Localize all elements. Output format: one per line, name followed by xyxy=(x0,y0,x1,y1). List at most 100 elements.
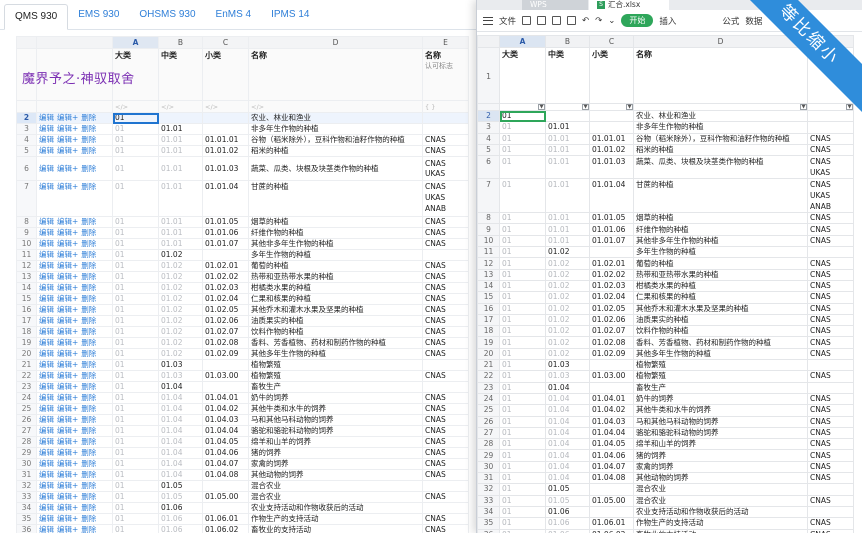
row-number[interactable]: 7 xyxy=(477,178,500,214)
cell-a[interactable]: 01 xyxy=(112,249,159,261)
cell-c[interactable]: 01.01.03 xyxy=(202,156,249,181)
cell-b[interactable]: 01.01 xyxy=(545,234,590,248)
edit-plus-link[interactable]: 编辑+ xyxy=(57,306,78,315)
cell-e[interactable]: CNAS xyxy=(422,370,469,382)
delete-link[interactable]: 删除 xyxy=(81,262,96,271)
cell-d[interactable]: 马和其他马科动物的饲养 xyxy=(633,415,808,428)
cell-d[interactable]: 甘蔗的种植 xyxy=(248,180,423,217)
cell-e[interactable] xyxy=(807,505,854,519)
cell-b[interactable]: 01.03 xyxy=(158,359,203,371)
delete-link[interactable]: 删除 xyxy=(81,284,96,293)
cell-b[interactable]: 01.04 xyxy=(158,381,203,393)
cell-c[interactable]: 01.04.01 xyxy=(589,392,634,406)
row-number[interactable]: 18 xyxy=(477,325,500,338)
edit-plus-link[interactable]: 编辑+ xyxy=(57,438,78,447)
cell-c[interactable]: 01.04.02 xyxy=(202,403,249,415)
cell-b[interactable]: 01.05 xyxy=(158,491,203,503)
cell-d[interactable]: 仁果和核果的种植 xyxy=(633,291,808,304)
row-number[interactable]: 12 xyxy=(16,260,37,272)
cell-d[interactable]: 油质果实的种植 xyxy=(633,313,808,327)
edit-plus-link[interactable]: 编辑+ xyxy=(57,350,78,359)
edit-link[interactable]: 编辑 xyxy=(39,284,54,293)
cell-a[interactable]: 01 xyxy=(112,326,159,338)
delete-link[interactable]: 删除 xyxy=(81,416,96,425)
cell-a[interactable]: 01 xyxy=(499,483,546,496)
edit-link[interactable]: 编辑 xyxy=(39,164,54,173)
row-number[interactable]: 18 xyxy=(16,326,37,338)
cell-e[interactable]: CNAS UKAS xyxy=(807,155,854,180)
delete-link[interactable]: 删除 xyxy=(81,383,96,392)
right-header-b[interactable]: 中类 xyxy=(545,47,590,104)
cell-b[interactable]: 01.02 xyxy=(545,347,590,361)
cell-a[interactable]: 01 xyxy=(112,370,159,382)
delete-link[interactable]: 删除 xyxy=(81,273,96,282)
delete-link[interactable]: 删除 xyxy=(81,295,96,304)
cell-a[interactable]: 01 xyxy=(112,282,159,294)
cell-c[interactable]: 01.04.04 xyxy=(202,425,249,437)
cell-c[interactable] xyxy=(202,112,249,124)
cell-c[interactable]: 01.04.05 xyxy=(589,438,634,451)
cell-e[interactable] xyxy=(807,359,854,372)
filter-dropdown-icon[interactable]: ▼ xyxy=(582,104,589,110)
cell-b[interactable]: 01.02 xyxy=(158,282,203,294)
row-number[interactable]: 28 xyxy=(16,436,37,448)
cell-a[interactable]: 01 xyxy=(499,109,546,123)
cell-b[interactable]: 01.06 xyxy=(158,524,203,533)
cell-c[interactable]: 01.02.05 xyxy=(589,302,634,315)
cell-c[interactable]: 01.01.01 xyxy=(202,134,249,146)
edit-link[interactable]: 编辑 xyxy=(39,361,54,370)
cell-d[interactable]: 其他非多年生作物的种植 xyxy=(633,234,808,248)
cell-a[interactable]: 01 xyxy=(499,370,546,383)
cell-c[interactable]: 01.04.02 xyxy=(589,404,634,417)
row-number[interactable]: 29 xyxy=(477,449,500,462)
save-icon[interactable] xyxy=(522,16,532,25)
cell-a[interactable]: 01 xyxy=(499,426,546,440)
cell-d[interactable]: 柑橘类水果的种植 xyxy=(633,279,808,293)
cell-b[interactable]: 01.02 xyxy=(158,337,203,349)
edit-link[interactable]: 编辑 xyxy=(39,295,54,304)
cell-a[interactable]: 01 xyxy=(112,348,159,360)
edit-plus-link[interactable]: 编辑+ xyxy=(57,416,78,425)
formula-tab[interactable]: 公式 xyxy=(722,15,739,27)
cell-d[interactable]: 纤维作物的种植 xyxy=(633,223,808,236)
cell-d[interactable]: 混合农业 xyxy=(633,483,808,496)
filter-dropdown-icon[interactable]: ▼ xyxy=(538,104,545,110)
cell-a[interactable]: 01 xyxy=(499,517,546,530)
edit-link[interactable]: 编辑 xyxy=(39,471,54,480)
cell-c[interactable]: 01.06.02 xyxy=(202,524,249,533)
cell-d[interactable]: 混合农业 xyxy=(633,494,808,507)
cell-d[interactable]: 骆驼和骆驼科动物的饲养 xyxy=(248,425,423,437)
cell-d[interactable]: 家禽的饲养 xyxy=(248,458,423,470)
cell-d[interactable]: 谷物（稻米除外），豆科作物和油籽作物的种植 xyxy=(248,134,423,146)
cell-b[interactable]: 01.04 xyxy=(158,447,203,459)
row-number[interactable]: 10 xyxy=(477,234,500,248)
row-number[interactable]: 23 xyxy=(477,381,500,394)
field-header-e[interactable]: 名称 认可标志 xyxy=(422,48,469,101)
edit-plus-link[interactable]: 编辑+ xyxy=(57,240,78,249)
tab-ipms[interactable]: IPMS 14 xyxy=(261,3,319,29)
file-menu[interactable]: 文件 xyxy=(499,15,516,27)
right-header-a[interactable]: 大类 xyxy=(499,47,546,104)
edit-link[interactable]: 编辑 xyxy=(39,262,54,271)
row-number[interactable]: 11 xyxy=(16,249,37,261)
cell-e[interactable] xyxy=(422,359,469,371)
edit-plus-link[interactable]: 编辑+ xyxy=(57,339,78,348)
cell-c[interactable]: 01.03.00 xyxy=(202,370,249,382)
edit-plus-link[interactable]: 编辑+ xyxy=(57,372,78,381)
cell-c[interactable] xyxy=(202,249,249,261)
cell-a[interactable]: 01 xyxy=(499,279,546,293)
cell-a[interactable]: 01 xyxy=(499,325,546,338)
cell-e[interactable] xyxy=(422,381,469,393)
cell-b[interactable]: 01.05 xyxy=(545,494,590,507)
cell-d[interactable]: 猪的饲养 xyxy=(248,447,423,459)
delete-link[interactable]: 删除 xyxy=(81,460,96,469)
cell-c[interactable]: 01.02.01 xyxy=(202,260,249,272)
row-number[interactable]: 12 xyxy=(477,257,500,270)
cell-e[interactable]: CNAS xyxy=(807,347,854,361)
cell-e[interactable]: CNAS xyxy=(807,460,854,474)
cell-c[interactable]: 01.01.04 xyxy=(589,178,634,214)
cell-b[interactable]: 01.04 xyxy=(545,472,590,485)
row-number[interactable]: 35 xyxy=(477,517,500,530)
edit-plus-link[interactable]: 编辑+ xyxy=(57,526,78,533)
row-number[interactable]: 9 xyxy=(16,227,37,239)
